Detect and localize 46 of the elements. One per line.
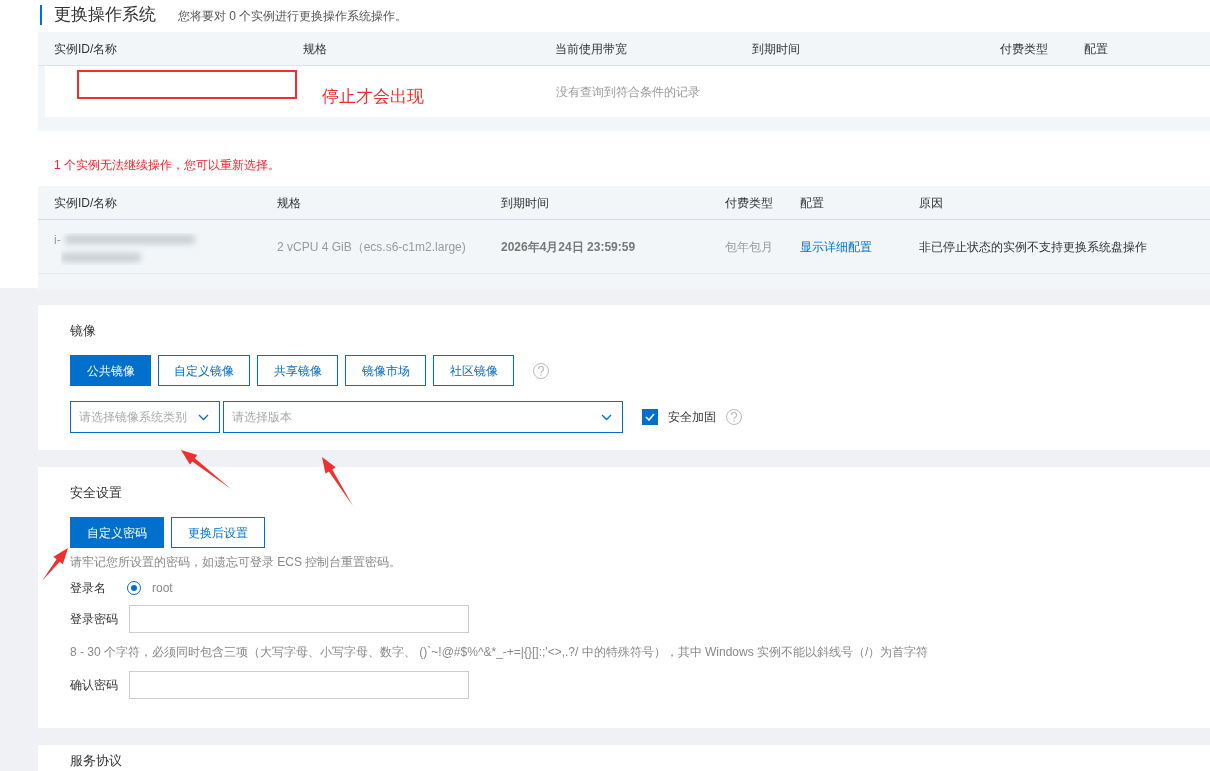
field-label: 确认密码 [70, 677, 119, 694]
table-cell-text: 包年包月 [725, 238, 774, 256]
checkbox[interactable] [642, 409, 658, 425]
column-header: 付费类型 [1000, 40, 1049, 58]
password-field[interactable] [129, 605, 469, 633]
section-title: 安全设置 [70, 484, 123, 502]
password-option-button[interactable]: 更换后设置 [171, 517, 265, 548]
column-header: 原因 [919, 194, 944, 212]
page-subtitle: 您将要对 0 个实例进行更换操作系统操作。 [178, 8, 408, 25]
radio-label: root [152, 580, 173, 597]
section-title: 镜像 [70, 322, 97, 340]
annotation-note: 停止才会出现 [322, 86, 424, 108]
column-header: 到期时间 [752, 40, 801, 58]
table-cell-text: 2 vCPU 4 GiB（ecs.s6-c1m2.large) [277, 238, 467, 256]
chevron-down-icon [198, 413, 209, 421]
password-field[interactable] [129, 671, 469, 699]
warning-message: 1 个实例无法继续操作，您可以重新选择。 [54, 157, 281, 173]
hint-text: 8 - 30 个字符，必须同时包含三项（大写字母、小写字母、数字、 ()`~!@#$%^&*_-+=|{}[]:;'<>,.?/ 中的特殊符号），其中 Windows 实例不能以斜线号（/）为首字符 [70, 644, 930, 660]
chevron-down-icon [601, 413, 612, 421]
checkmark-icon [645, 413, 655, 421]
image-tab[interactable]: 公共镜像 [70, 355, 151, 386]
section-title: 服务协议 [70, 753, 123, 769]
page-title: 更换操作系统 [40, 5, 156, 25]
empty-message: 没有查询到符合条件的记录 [556, 84, 700, 101]
column-header: 付费类型 [725, 194, 774, 212]
field-label: 登录密码 [70, 611, 119, 628]
table-cell-text: 2026年4月24日 23:59:59 [501, 238, 637, 256]
image-tab[interactable]: 自定义镜像 [158, 355, 250, 386]
column-header: 配置 [1084, 40, 1109, 58]
column-header: 规格 [303, 40, 328, 58]
column-header: 实例ID/名称 [54, 194, 119, 212]
image-tab[interactable]: 镜像市场 [345, 355, 426, 386]
column-header: 到期时间 [501, 194, 550, 212]
column-header: 当前使用带宽 [555, 40, 628, 58]
image-tab[interactable]: 共享镜像 [257, 355, 338, 386]
column-header: 配置 [800, 194, 825, 212]
column-header: 实例ID/名称 [54, 40, 119, 58]
config-link[interactable]: 显示详细配置 [800, 237, 872, 256]
hint-text: 请牢记您所设置的密码，如遗忘可登录 ECS 控制台重置密码。 [70, 554, 403, 570]
table-cell: i- [54, 232, 61, 247]
table-cell-text: 非已停止状态的实例不支持更换系统盘操作 [919, 238, 1148, 256]
image-tab[interactable]: 社区镜像 [433, 355, 514, 386]
column-header: 规格 [277, 194, 302, 212]
checkbox-label: 安全加固 [668, 409, 716, 426]
password-option-button[interactable]: 自定义密码 [70, 517, 164, 548]
field-label: 登录名 [70, 580, 107, 597]
